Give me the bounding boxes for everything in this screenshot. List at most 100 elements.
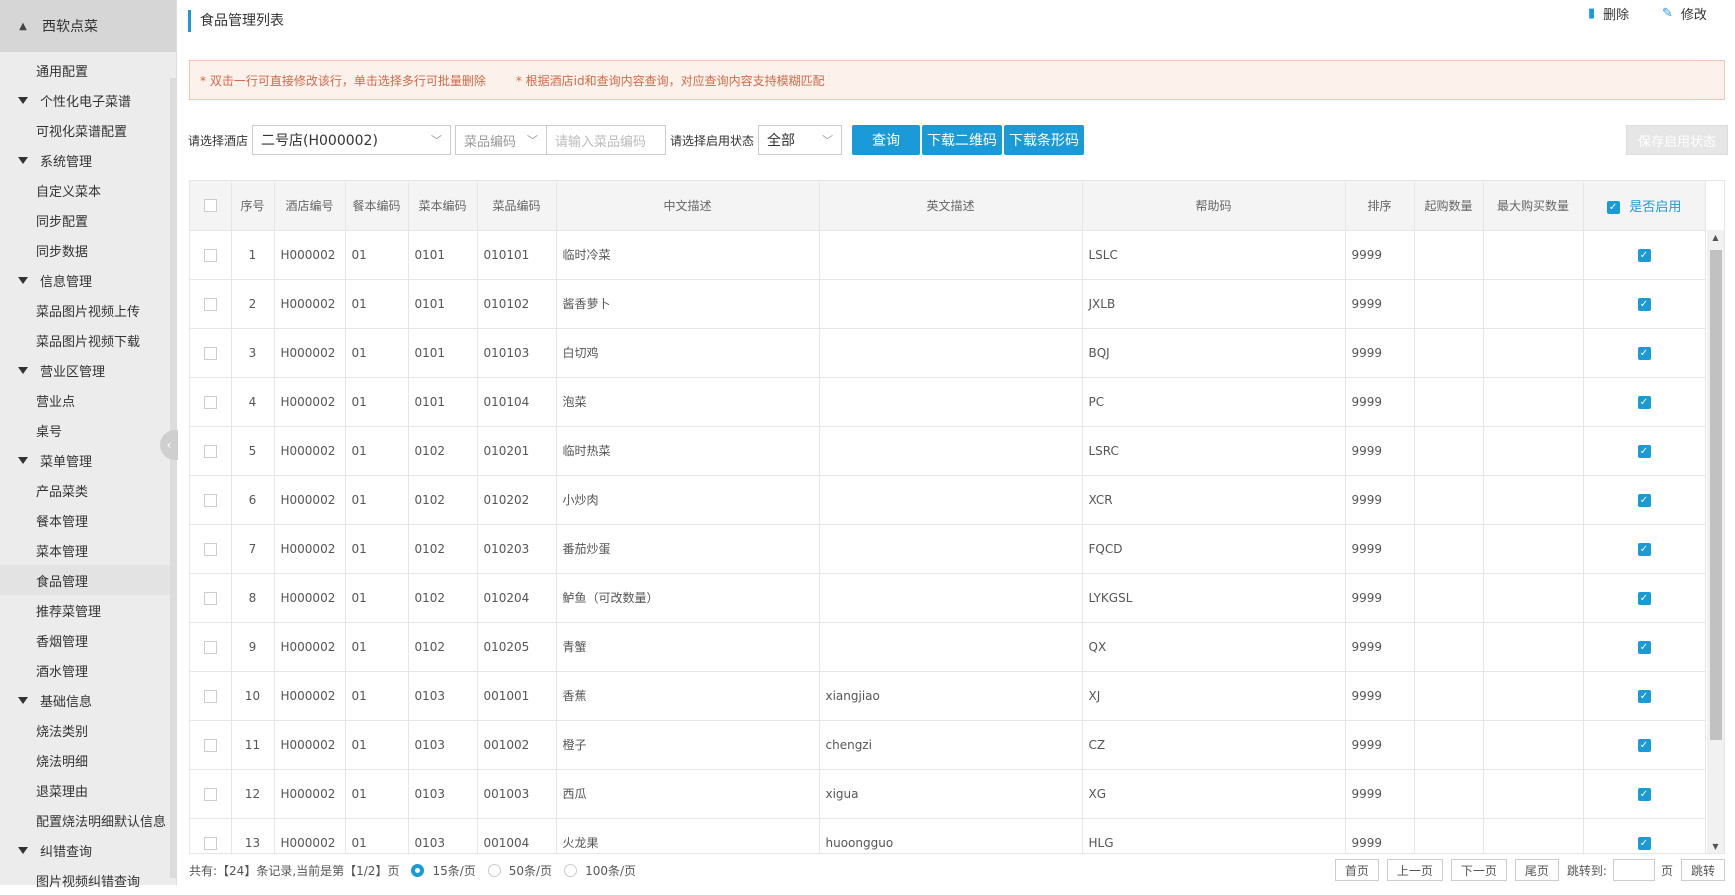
- row-select-checkbox[interactable]: [190, 279, 232, 329]
- table-row[interactable]: 3 H000002 01 0101 010103 白切鸡 BQJ 9999 ✓: [190, 328, 1706, 378]
- sidebar-item[interactable]: 餐本管理: [0, 505, 170, 535]
- scroll-thumb[interactable]: [1710, 250, 1722, 740]
- table-row[interactable]: 6 H000002 01 0102 010202 小炒肉 XCR 9999 ✓: [190, 475, 1706, 525]
- sidebar-item[interactable]: 同步配置: [0, 205, 170, 235]
- page-size-100-radio[interactable]: [564, 863, 578, 877]
- scroll-up-icon[interactable]: ▲: [1707, 230, 1724, 246]
- sidebar-item[interactable]: 桌号: [0, 415, 170, 445]
- sidebar-item[interactable]: 产品菜类: [0, 475, 170, 505]
- row-select-checkbox[interactable]: [190, 671, 232, 721]
- sidebar-item[interactable]: 酒水管理: [0, 655, 170, 685]
- table-row[interactable]: 10 H000002 01 0103 001001 香蕉 xiangjiao XJ 9999 ✓: [190, 671, 1706, 721]
- hotel-select[interactable]: 二号店(H000002) ﹀: [252, 125, 452, 155]
- brand[interactable]: ▲ 西软点菜: [0, 0, 176, 52]
- sidebar-item[interactable]: 菜品图片视频上传: [0, 295, 170, 325]
- select-all-checkbox[interactable]: [190, 181, 232, 231]
- enabled-checkbox[interactable]: ✓: [1583, 769, 1706, 819]
- enabled-checkbox[interactable]: ✓: [1583, 328, 1706, 378]
- enabled-checkbox[interactable]: ✓: [1583, 279, 1706, 329]
- first-page-button[interactable]: 首页: [1334, 859, 1379, 881]
- row-select-checkbox[interactable]: [190, 426, 232, 476]
- last-page-button[interactable]: 尾页: [1514, 859, 1559, 881]
- enabled-checkbox[interactable]: ✓: [1583, 524, 1706, 574]
- jump-button[interactable]: 跳转: [1680, 859, 1725, 881]
- sidebar-item[interactable]: 菜品图片视频下载: [0, 325, 170, 355]
- row-select-checkbox[interactable]: [190, 622, 232, 672]
- enabled-checkbox[interactable]: ✓: [1583, 475, 1706, 525]
- enabled-checkbox[interactable]: ✓: [1583, 720, 1706, 770]
- scroll-down-icon[interactable]: ▼: [1707, 839, 1724, 853]
- delete-button[interactable]: ▮ 删除: [1588, 4, 1629, 23]
- table-scrollbar[interactable]: ▲ ▼: [1707, 230, 1724, 853]
- checked-icon: ✓: [1637, 297, 1651, 311]
- sidebar-item[interactable]: 可视化菜谱配置: [0, 115, 170, 145]
- status-select[interactable]: 全部 ﹀: [758, 125, 843, 155]
- code-type-select[interactable]: 菜品编码 ﹀: [455, 125, 548, 155]
- page-size-15-radio[interactable]: [411, 863, 425, 877]
- sidebar-item[interactable]: 香烟管理: [0, 625, 170, 655]
- enabled-checkbox[interactable]: ✓: [1583, 671, 1706, 721]
- table-row[interactable]: 13 H000002 01 0103 001004 火龙果 huoongguo HLG 9999…: [190, 818, 1706, 853]
- row-select-checkbox[interactable]: [190, 573, 232, 623]
- table-row[interactable]: 11 H000002 01 0103 001002 橙子 chengzi CZ 9999 ✓: [190, 720, 1706, 770]
- save-status-button[interactable]: 保存启用状态: [1626, 125, 1728, 155]
- sidebar-item[interactable]: 菜本管理: [0, 535, 170, 565]
- table-row[interactable]: 7 H000002 01 0102 010203 番茄炒蛋 FQCD 9999 ✓: [190, 524, 1706, 574]
- col-header-enabled[interactable]: ✓ 是否启用: [1583, 181, 1706, 231]
- sidebar-scrollbar[interactable]: [170, 78, 176, 878]
- code-input[interactable]: 请输入菜品编码: [547, 125, 667, 155]
- cell-dish-code: 010205: [477, 622, 557, 672]
- row-select-checkbox[interactable]: [190, 328, 232, 378]
- sidebar-item[interactable]: 通用配置: [0, 55, 170, 85]
- prev-page-button[interactable]: 上一页: [1386, 859, 1443, 881]
- table-row[interactable]: 2 H000002 01 0101 010102 酱香萝卜 JXLB 9999 ✓: [190, 279, 1706, 329]
- sidebar-group[interactable]: 纠错查询: [0, 835, 170, 865]
- table-row[interactable]: 1 H000002 01 0101 010101 临时冷菜 LSLC 9999 ✓: [190, 230, 1706, 280]
- download-barcode-button[interactable]: 下载条形码: [1004, 125, 1085, 155]
- sidebar-item[interactable]: 食品管理: [0, 565, 170, 595]
- notice-bar: * 双击一行可直接修改该行，单击选择多行可批量删除 * 根据酒店id和查询内容查…: [189, 60, 1725, 100]
- row-select-checkbox[interactable]: [190, 818, 232, 853]
- enabled-checkbox[interactable]: ✓: [1583, 377, 1706, 427]
- table-row[interactable]: 9 H000002 01 0102 010205 青蟹 QX 9999 ✓: [190, 622, 1706, 672]
- enabled-checkbox[interactable]: ✓: [1583, 622, 1706, 672]
- sidebar-item[interactable]: 烧法明细: [0, 745, 170, 775]
- enabled-checkbox[interactable]: ✓: [1583, 818, 1706, 853]
- query-button[interactable]: 查询: [852, 125, 921, 155]
- sidebar-group[interactable]: 系统管理: [0, 145, 170, 175]
- sidebar-menu: 通用配置 个性化电子菜谱 可视化菜谱配置 系统管理 自定义菜本 同步配置 同步数据 信息管理菜…: [0, 55, 170, 895]
- sidebar-item[interactable]: 自定义菜本: [0, 175, 170, 205]
- sidebar-group[interactable]: 基础信息: [0, 685, 170, 715]
- checked-icon: ✓: [1637, 346, 1651, 360]
- sidebar-item[interactable]: 营业点: [0, 385, 170, 415]
- enabled-checkbox[interactable]: ✓: [1583, 573, 1706, 623]
- sidebar-item[interactable]: 同步数据: [0, 235, 170, 265]
- sidebar-group[interactable]: 个性化电子菜谱: [0, 85, 170, 115]
- enabled-checkbox[interactable]: ✓: [1583, 230, 1706, 280]
- sidebar-group[interactable]: 菜单管理: [0, 445, 170, 475]
- sidebar-group[interactable]: 营业区管理: [0, 355, 170, 385]
- sidebar-item[interactable]: 图片视频纠错查询: [0, 865, 170, 895]
- edit-button[interactable]: ✎ 修改: [1662, 4, 1707, 23]
- row-select-checkbox[interactable]: [190, 230, 232, 280]
- download-qr-button[interactable]: 下载二维码: [922, 125, 1003, 155]
- table-row[interactable]: 12 H000002 01 0103 001003 西瓜 xigua XG 9999 ✓: [190, 769, 1706, 819]
- enabled-checkbox[interactable]: ✓: [1583, 426, 1706, 476]
- sidebar-item[interactable]: 推荐菜管理: [0, 595, 170, 625]
- cell-min-qty: [1414, 524, 1484, 574]
- row-select-checkbox[interactable]: [190, 377, 232, 427]
- page-size-50-radio[interactable]: [487, 863, 501, 877]
- row-select-checkbox[interactable]: [190, 769, 232, 819]
- sidebar-group[interactable]: 信息管理: [0, 265, 170, 295]
- table-row[interactable]: 4 H000002 01 0101 010104 泡菜 PC 9999 ✓: [190, 377, 1706, 427]
- sidebar-item[interactable]: 配置烧法明细默认信息: [0, 805, 170, 835]
- jump-page-input[interactable]: [1612, 859, 1655, 881]
- table-row[interactable]: 5 H000002 01 0102 010201 临时热菜 LSRC 9999 ✓: [190, 426, 1706, 476]
- row-select-checkbox[interactable]: [190, 720, 232, 770]
- next-page-button[interactable]: 下一页: [1450, 859, 1507, 881]
- sidebar-item[interactable]: 烧法类别: [0, 715, 170, 745]
- row-select-checkbox[interactable]: [190, 475, 232, 525]
- sidebar-item[interactable]: 退菜理由: [0, 775, 170, 805]
- row-select-checkbox[interactable]: [190, 524, 232, 574]
- table-row[interactable]: 8 H000002 01 0102 010204 鲈鱼（可改数量） LYKGSL 9999 ✓: [190, 573, 1706, 623]
